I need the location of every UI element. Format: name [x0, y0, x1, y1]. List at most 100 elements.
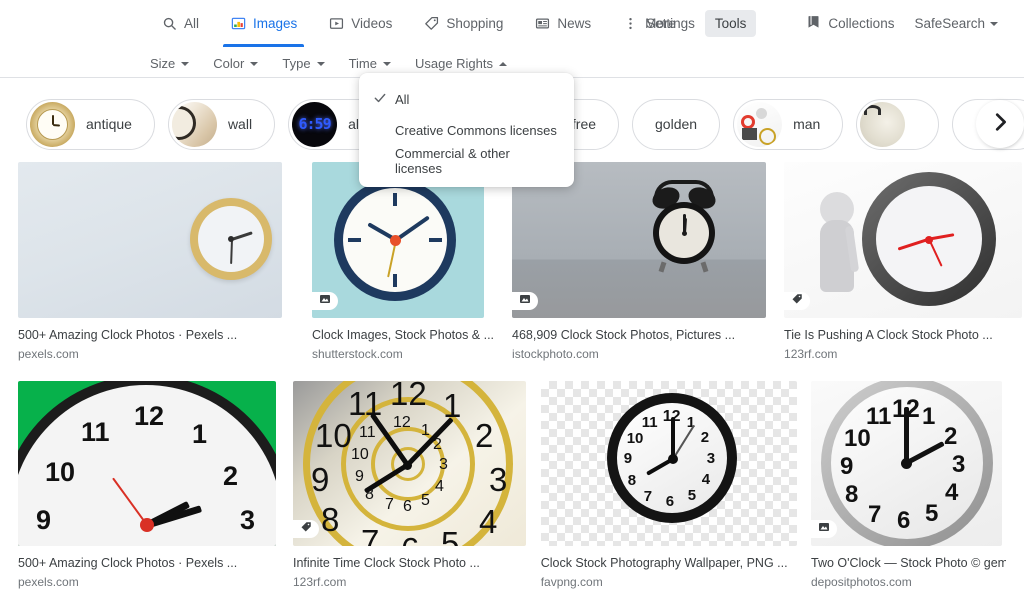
result-thumbnail[interactable] — [784, 162, 1023, 318]
result-caption: Clock Images, Stock Photos & ... shutter… — [312, 327, 494, 363]
result-domain: depositphotos.com — [811, 575, 912, 589]
chip-man[interactable]: man — [733, 98, 844, 150]
video-icon — [328, 16, 344, 32]
chevron-down-icon — [990, 21, 998, 26]
clock-photo-closeup-green: 12 11 10 9 1 2 3 — [18, 381, 276, 546]
filter-type[interactable]: Type — [282, 56, 325, 71]
result-thumbnail[interactable] — [18, 162, 282, 318]
nav-tab-videos-label: Videos — [351, 16, 393, 31]
chip-antique[interactable]: antique — [26, 98, 155, 150]
result-card[interactable]: 12 11 10 9 8 7 6 5 4 3 2 1 — [811, 381, 1006, 590]
filter-color[interactable]: Color — [213, 56, 259, 71]
usage-rights-option-label: All — [395, 91, 410, 107]
image-icon — [230, 16, 246, 32]
tag-badge-icon — [791, 292, 803, 310]
filter-color-label: Color — [213, 56, 245, 71]
nav-right-actions: Settings Tools Collections SafeSearch — [636, 0, 1008, 47]
filter-time[interactable]: Time — [349, 56, 391, 71]
tools-button[interactable]: Tools — [704, 10, 757, 37]
tag-badge-icon — [300, 520, 312, 538]
chip-label: golden — [655, 116, 698, 132]
image-badge-icon — [519, 292, 531, 310]
result-card[interactable]: Tie Is Pushing A Clock Stock Photo ... 1… — [784, 162, 1023, 363]
result-caption: Tie Is Pushing A Clock Stock Photo ... 1… — [784, 327, 1022, 363]
chip-label: wall — [227, 116, 253, 132]
search-icon — [161, 16, 177, 32]
result-title[interactable]: 468,909 Clock Stock Photos, Pictures ... — [512, 327, 766, 344]
result-card[interactable]: 500+ Amazing Clock Photos · Pexels ... p… — [18, 162, 282, 363]
result-thumbnail[interactable]: 12 11 10 9 8 7 1 2 3 4 5 6 12 11 — [293, 381, 526, 546]
result-caption: 500+ Amazing Clock Photos · Pexels ... p… — [18, 555, 276, 590]
result-domain: 123rf.com — [784, 347, 838, 361]
result-domain: istockphoto.com — [512, 347, 599, 361]
bookmark-icon — [806, 14, 821, 33]
chip-label: antique — [86, 116, 132, 132]
settings-button[interactable]: Settings — [636, 10, 705, 37]
result-card[interactable]: Clock Images, Stock Photos & ... shutter… — [312, 162, 494, 363]
usage-rights-option-creative-commons[interactable]: Creative Commons licenses — [359, 117, 574, 143]
result-domain: pexels.com — [18, 575, 79, 589]
image-badge — [512, 292, 539, 310]
result-title[interactable]: Infinite Time Clock Stock Photo ... — [293, 555, 527, 572]
usage-rights-dropdown-menu: All Creative Commons licenses Commercial… — [359, 73, 574, 187]
result-caption: Infinite Time Clock Stock Photo ... 123r… — [293, 555, 527, 590]
image-badge-icon — [319, 292, 331, 310]
chip-thumbnail-man — [737, 101, 783, 147]
chevron-down-icon — [382, 61, 391, 66]
nav-tab-images[interactable]: Images — [219, 0, 308, 47]
chip-thumbnail-antique — [30, 101, 75, 147]
nav-tab-shopping[interactable]: Shopping — [412, 0, 514, 47]
nav-tab-all-label: All — [184, 16, 200, 31]
chevron-right-icon — [989, 111, 1011, 138]
safesearch-button[interactable]: SafeSearch — [904, 10, 1008, 37]
image-results-grid: 500+ Amazing Clock Photos · Pexels ... p… — [0, 162, 1024, 590]
result-card[interactable]: 12 11 10 9 8 7 1 2 3 4 5 6 12 11 — [293, 381, 527, 590]
chip-thumbnail-wall — [171, 101, 217, 147]
chip-thumbnail-partial — [860, 101, 906, 147]
result-title[interactable]: 500+ Amazing Clock Photos · Pexels ... — [18, 555, 276, 572]
result-caption: 500+ Amazing Clock Photos · Pexels ... p… — [18, 327, 282, 363]
chip-golden[interactable]: golden — [632, 98, 721, 150]
chevron-down-icon — [316, 61, 325, 66]
result-thumbnail[interactable]: 12 11 10 9 8 7 6 5 4 3 2 1 — [811, 381, 1002, 546]
chips-next-button[interactable] — [976, 100, 1024, 148]
result-card[interactable]: 468,909 Clock Stock Photos, Pictures ...… — [512, 162, 767, 363]
filter-size[interactable]: Size — [150, 56, 190, 71]
result-thumbnail[interactable]: 12 11 10 9 1 2 3 — [18, 381, 276, 546]
result-title[interactable]: Two O'Clock — Stock Photo © gem... — [811, 555, 1006, 572]
image-badge-icon — [818, 520, 830, 538]
chip-wall[interactable]: wall — [167, 98, 276, 150]
nav-tab-news-label: News — [557, 16, 592, 31]
result-title[interactable]: 500+ Amazing Clock Photos · Pexels ... — [18, 327, 282, 344]
chip-partial[interactable] — [856, 98, 940, 150]
clock-photo-wall-gold — [18, 162, 282, 318]
usage-rights-option-commercial[interactable]: Commercial & other licenses — [359, 146, 574, 176]
collections-button[interactable]: Collections — [796, 8, 904, 39]
check-icon — [373, 91, 395, 108]
filter-type-label: Type — [282, 56, 311, 71]
result-card[interactable]: 12 11 10 9 8 7 6 5 4 3 2 1 — [540, 381, 797, 590]
nav-tab-shopping-label: Shopping — [446, 16, 504, 31]
result-domain: shutterstock.com — [312, 347, 403, 361]
clock-photo-3d-figure-pushing — [784, 162, 1023, 318]
result-caption: Clock Stock Photography Wallpaper, PNG .… — [541, 555, 797, 590]
google-images-results-page: All Images Videos Shopping News More Set… — [0, 0, 1024, 590]
nav-tab-all[interactable]: All — [150, 0, 210, 47]
result-domain: pexels.com — [18, 347, 79, 361]
clock-photo-png-transparent: 12 11 10 9 8 7 6 5 4 3 2 1 — [540, 381, 797, 546]
news-icon — [534, 16, 550, 32]
result-title[interactable]: Clock Stock Photography Wallpaper, PNG .… — [541, 555, 797, 572]
filter-time-label: Time — [348, 56, 377, 71]
nav-tab-videos[interactable]: Videos — [317, 0, 403, 47]
usage-rights-option-label: Creative Commons licenses — [395, 122, 557, 138]
result-title[interactable]: Clock Images, Stock Photos & ... — [312, 327, 494, 344]
chip-label: man — [793, 116, 821, 132]
result-title[interactable]: Tie Is Pushing A Clock Stock Photo ... — [784, 327, 1022, 344]
filter-size-label: Size — [150, 56, 176, 71]
chip-thumbnail-alarm-text: 6:59 — [298, 115, 332, 133]
result-card[interactable]: 12 11 10 9 1 2 3 500+ Amazing Clock Phot… — [18, 381, 276, 590]
nav-tab-news[interactable]: News — [523, 0, 602, 47]
filter-usage-rights[interactable]: Usage Rights — [415, 56, 508, 71]
usage-rights-option-all[interactable]: All — [359, 86, 574, 112]
result-thumbnail[interactable]: 12 11 10 9 8 7 6 5 4 3 2 1 — [540, 381, 797, 546]
